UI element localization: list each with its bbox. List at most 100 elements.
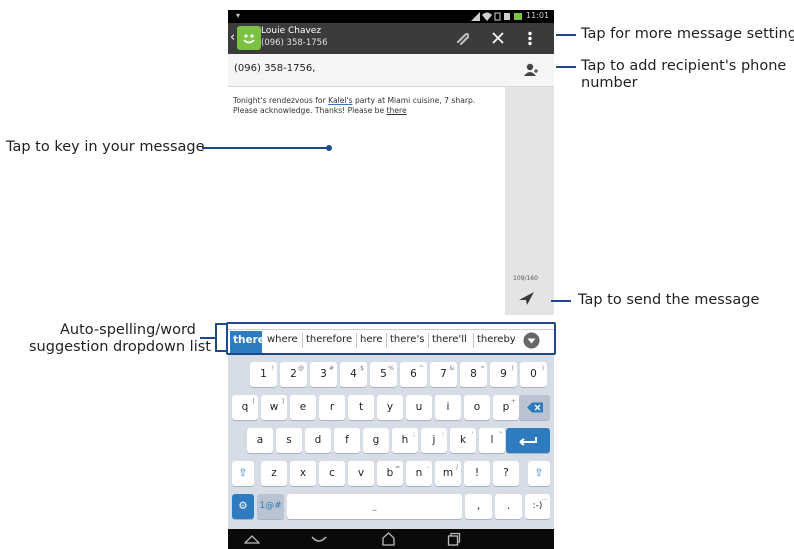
key-label: t	[358, 401, 364, 413]
shift-key-right[interactable]: ⇧	[528, 461, 550, 486]
key-label: 1	[260, 368, 267, 380]
key-row3-0[interactable]: a	[247, 428, 273, 453]
key-label: d	[314, 434, 322, 446]
key-subscript: ]	[281, 398, 284, 405]
key-row1-1[interactable]: 2 @	[280, 362, 307, 387]
key-row4-7[interactable]: !	[464, 461, 490, 486]
key-label: s	[286, 434, 292, 446]
key-subscript: (	[511, 365, 514, 372]
shift-key-left[interactable]: ⇧	[232, 461, 254, 486]
key-row2-2[interactable]: e	[290, 395, 316, 420]
key-label: x	[299, 467, 307, 479]
symbols-key[interactable]: 1@#	[257, 494, 284, 519]
key-subscript: ...	[541, 495, 547, 502]
key-row1-3[interactable]: 4 $	[340, 362, 367, 387]
recipient-field[interactable]: (096) 358-1756,	[228, 54, 554, 87]
key-label: l	[490, 434, 494, 446]
key-label: b	[386, 467, 394, 479]
key-row2-4[interactable]: t	[348, 395, 374, 420]
callout-compose: Tap to key in your message	[6, 139, 205, 155]
key-row2-1[interactable]: w]	[261, 395, 287, 420]
callout-line-settings	[556, 34, 576, 36]
key-row3-5[interactable]: h;	[392, 428, 418, 453]
key-label: !	[474, 467, 480, 479]
key-label: k	[459, 434, 467, 446]
key-row1-5[interactable]: 6 ^	[400, 362, 427, 387]
attach-icon[interactable]	[455, 31, 469, 45]
key-label: 8	[470, 368, 477, 380]
key-subscript: !	[271, 365, 274, 372]
key-subscript: /	[455, 464, 458, 471]
message-compose-area[interactable]: Tonight's rendezvous for Kalel's party a…	[228, 87, 505, 315]
key-row3-4[interactable]: g	[363, 428, 389, 453]
hide-keyboard-icon[interactable]	[311, 535, 327, 544]
key-row1-4[interactable]: 5%	[370, 362, 397, 387]
key-subscript: '	[471, 431, 473, 438]
key-label: n	[415, 467, 423, 479]
key-row3-1[interactable]: s	[276, 428, 302, 453]
contact-phone: (096) 358-1756	[261, 38, 328, 48]
key-row3-2[interactable]: d	[305, 428, 331, 453]
key-label: 7	[440, 368, 447, 380]
key-row3-7[interactable]: k '	[450, 428, 476, 453]
key-subscript: ;	[412, 431, 415, 438]
key-label: i	[446, 401, 450, 413]
discard-icon[interactable]	[492, 32, 504, 44]
callout-add-recipient-line2: number	[581, 75, 638, 91]
key-row1-9[interactable]: 0)	[520, 362, 547, 387]
overflow-menu-icon[interactable]	[527, 31, 533, 46]
recipient-value[interactable]: (096) 358-1756,	[234, 63, 315, 74]
messaging-app-icon[interactable]	[237, 26, 261, 50]
key-row2-9[interactable]: p +	[493, 395, 519, 420]
enter-key[interactable]	[506, 428, 550, 453]
enter-icon	[519, 437, 537, 446]
key-label: 5	[380, 368, 387, 380]
key-row2-5[interactable]: y	[377, 395, 403, 420]
home-icon[interactable]	[381, 531, 396, 546]
callout-line-suggest	[200, 337, 216, 339]
key-row4-3[interactable]: v	[348, 461, 374, 486]
key-label: r	[329, 401, 335, 413]
key-row2-7[interactable]: i	[435, 395, 461, 420]
backspace-key[interactable]	[519, 395, 550, 420]
key-row1-0[interactable]: 1!	[250, 362, 277, 387]
message-text[interactable]: Tonight's rendezvous for Kalel's party a…	[233, 96, 495, 116]
send-icon[interactable]	[518, 291, 535, 306]
menu-nav-icon[interactable]	[244, 533, 260, 545]
callout-bracket-suggest	[215, 323, 217, 351]
key-row1-8[interactable]: 9(	[490, 362, 517, 387]
key-row2-3[interactable]: r	[319, 395, 345, 420]
key-row3-3[interactable]: f	[334, 428, 360, 453]
period-key[interactable]: .	[495, 494, 522, 519]
key-row2-8[interactable]: o	[464, 395, 490, 420]
key-row2-6[interactable]: u	[406, 395, 432, 420]
key-row3-6[interactable]: j:	[421, 428, 447, 453]
key-subscript: -	[426, 464, 429, 471]
settings-key[interactable]: ⚙	[232, 494, 254, 519]
key-row4-4[interactable]: b =	[377, 461, 403, 486]
key-label: j	[432, 434, 436, 446]
key-row1-2[interactable]: 3 #	[310, 362, 337, 387]
key-row4-5[interactable]: n-	[406, 461, 432, 486]
key-row1-7[interactable]: 8 *	[460, 362, 487, 387]
smiley-key[interactable]: ...:-)	[525, 494, 550, 519]
key-row2-0[interactable]: q[	[232, 395, 258, 420]
key-row4-6[interactable]: m /	[435, 461, 461, 486]
comma-key[interactable]: ,	[465, 494, 492, 519]
back-icon[interactable]: ‹	[230, 30, 235, 45]
key-row4-8[interactable]: ?	[493, 461, 519, 486]
key-row4-0[interactable]: z	[261, 461, 287, 486]
key-row1-6[interactable]: 7 &	[430, 362, 457, 387]
key-label: g	[372, 434, 380, 446]
key-label: 3	[320, 368, 327, 380]
key-row4-2[interactable]: c	[319, 461, 345, 486]
phone-status-icon	[494, 12, 501, 21]
shift-icon: ⇧	[534, 467, 544, 479]
space-key[interactable]: ⎵	[287, 494, 462, 519]
recent-apps-icon[interactable]	[447, 532, 461, 546]
add-recipient-icon[interactable]	[524, 63, 538, 76]
callout-send: Tap to send the message	[578, 292, 760, 308]
key-subscript: +	[510, 398, 516, 405]
key-row4-1[interactable]: x	[290, 461, 316, 486]
key-row3-8[interactable]: l "	[479, 428, 505, 453]
